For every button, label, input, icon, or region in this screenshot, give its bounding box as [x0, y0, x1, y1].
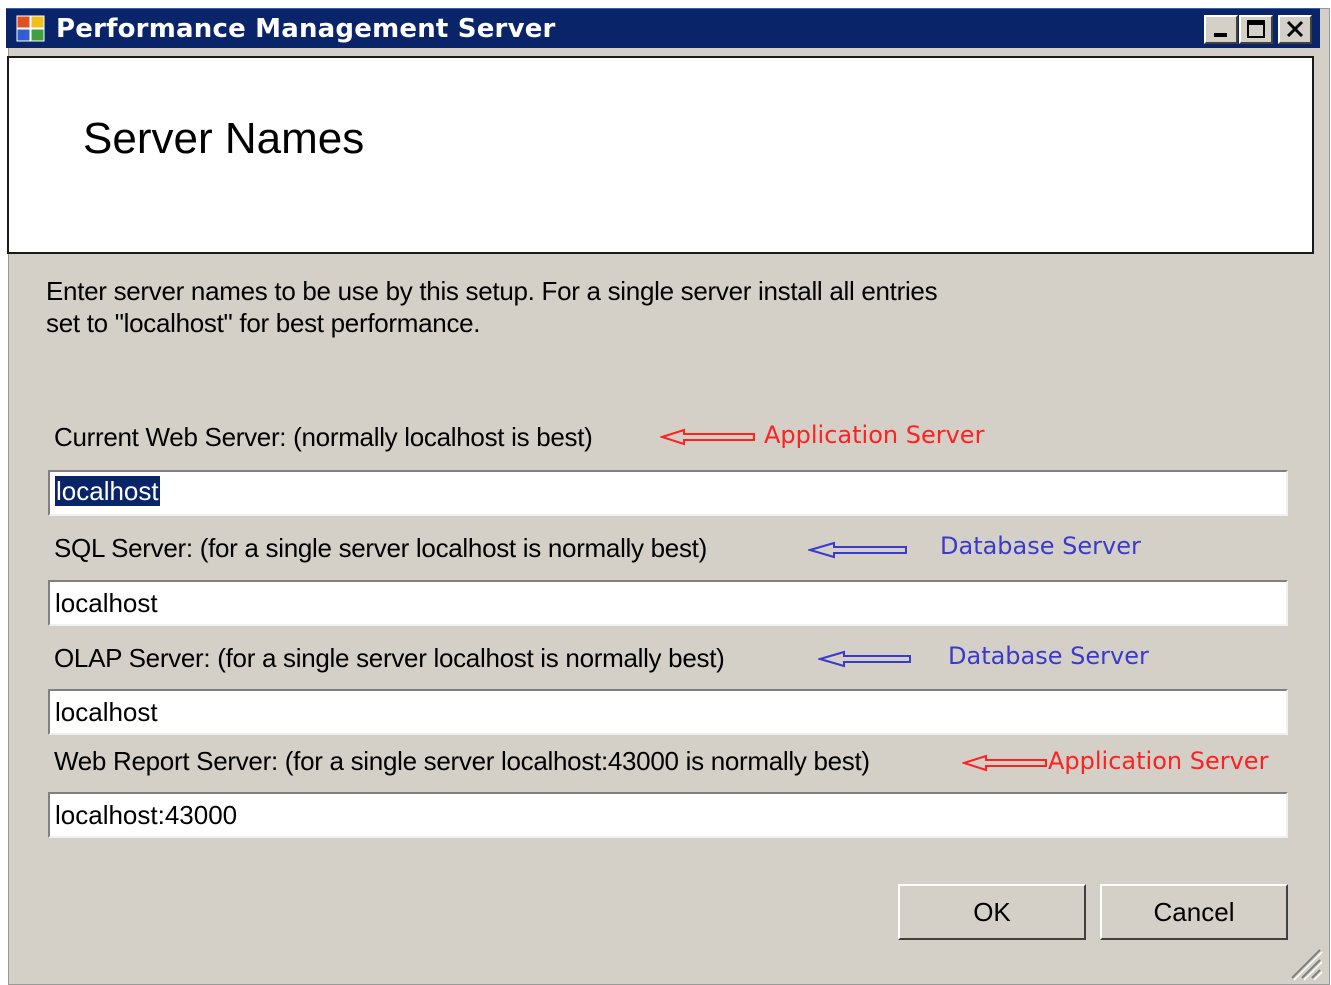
ok-button[interactable]: OK	[898, 884, 1086, 940]
app-icon	[16, 15, 46, 43]
left-arrow-icon	[808, 541, 907, 559]
close-button[interactable]	[1278, 15, 1312, 44]
maximize-button[interactable]	[1239, 15, 1273, 44]
resize-grip-icon[interactable]	[1284, 942, 1324, 982]
olap-server-label: OLAP Server: (for a single server localh…	[54, 643, 725, 673]
sql-server-input[interactable]: localhost	[48, 580, 1288, 626]
left-arrow-icon	[962, 754, 1047, 772]
header-panel: Server Names	[7, 56, 1314, 254]
instructions-line-1: Enter server names to be use by this set…	[46, 276, 938, 306]
minimize-button[interactable]	[1204, 15, 1238, 44]
annotation-database-server-1: Database Server	[940, 532, 1141, 560]
current-web-server-input[interactable]: localhost	[48, 470, 1288, 516]
web-report-server-input[interactable]: localhost:43000	[48, 792, 1288, 838]
maximize-icon	[1247, 20, 1265, 38]
sql-server-value: localhost	[55, 588, 158, 618]
window-title: Performance Management Server	[56, 14, 556, 44]
annotation-database-server-2: Database Server	[948, 642, 1149, 670]
left-arrow-icon	[818, 650, 911, 668]
close-icon	[1286, 20, 1304, 38]
web-report-server-label: Web Report Server: (for a single server …	[54, 746, 870, 776]
olap-server-value: localhost	[55, 697, 158, 727]
instructions-line-2: set to "localhost" for best performance.	[46, 308, 481, 338]
current-web-server-label: Current Web Server: (normally localhost …	[54, 422, 593, 452]
annotation-application-server-2: Application Server	[1048, 747, 1269, 775]
minimize-icon	[1214, 33, 1227, 37]
olap-server-input[interactable]: localhost	[48, 689, 1288, 735]
annotation-application-server-1: Application Server	[764, 421, 985, 449]
title-bar[interactable]: Performance Management Server	[6, 8, 1320, 48]
instructions-text: Enter server names to be use by this set…	[46, 275, 1086, 339]
current-web-server-value: localhost	[55, 476, 160, 506]
page-title: Server Names	[83, 114, 365, 163]
left-arrow-icon	[660, 428, 755, 446]
cancel-button[interactable]: Cancel	[1100, 884, 1288, 940]
web-report-server-value: localhost:43000	[55, 800, 238, 830]
sql-server-label: SQL Server: (for a single server localho…	[54, 533, 707, 563]
